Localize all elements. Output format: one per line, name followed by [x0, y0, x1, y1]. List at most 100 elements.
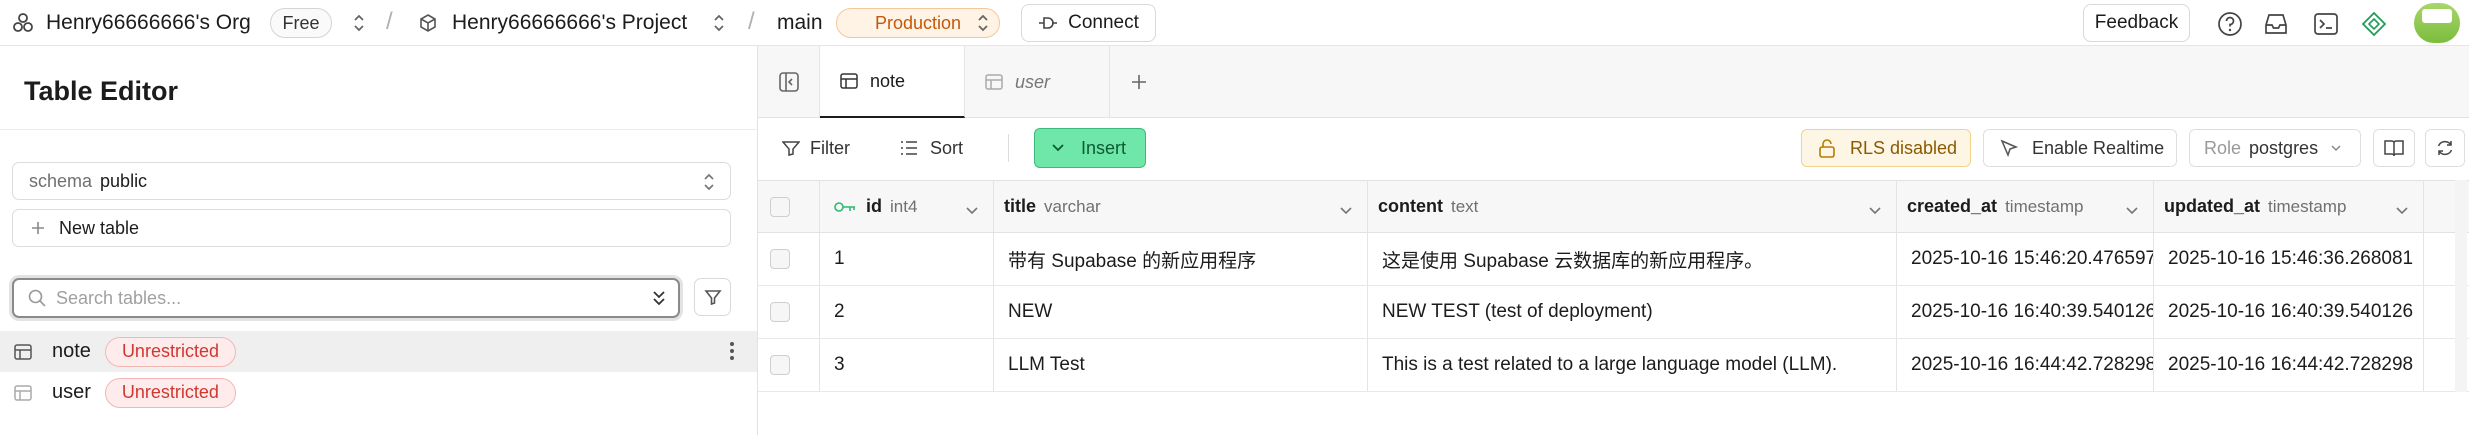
row-checkbox[interactable]	[770, 302, 790, 322]
chevron-updown-icon	[702, 171, 716, 193]
realtime-label: Enable Realtime	[2032, 137, 2165, 158]
cell-content[interactable]: 这是使用 Supabase 云数据库的新应用程序。	[1368, 233, 1897, 285]
cell-value: NEW TEST (test of deployment)	[1382, 301, 1653, 322]
cell-created-at[interactable]: 2025-10-16 15:46:20.476597	[1897, 233, 2154, 285]
main-panel: note user Filter Sort Insert RLS disable…	[758, 46, 2469, 435]
org-name[interactable]: Henry66666666's Org	[46, 0, 251, 46]
assistant-icon[interactable]	[2356, 6, 2392, 42]
rls-disabled-button[interactable]: RLS disabled	[1801, 129, 1971, 167]
inbox-icon[interactable]	[2258, 6, 2294, 42]
table-item-note[interactable]: note Unrestricted	[0, 331, 757, 372]
chevron-down-icon[interactable]	[2125, 200, 2139, 222]
cell-value: LLM Test	[1008, 354, 1085, 375]
cell-created-at[interactable]: 2025-10-16 16:40:39.540126	[1897, 286, 2154, 338]
connect-button[interactable]: Connect	[1021, 4, 1156, 42]
search-placeholder: Search tables...	[56, 287, 182, 308]
row-select-cell	[758, 286, 820, 338]
chevron-down-icon[interactable]	[965, 200, 979, 222]
docs-button[interactable]	[2373, 129, 2415, 167]
breadcrumb-separator: /	[748, 8, 755, 35]
filter-button[interactable]: Filter	[782, 130, 850, 166]
cursor-icon	[2000, 139, 2018, 157]
project-switcher-icon[interactable]	[712, 0, 726, 46]
column-type: int4	[890, 196, 918, 216]
table-row[interactable]: 3 LLM Test This is a test related to a l…	[758, 339, 2469, 392]
tab-user[interactable]: user	[965, 46, 1110, 118]
cell-value: 2025-10-16 16:44:42.728298	[2168, 354, 2414, 375]
cell-value: 2025-10-16 16:40:39.540126	[1911, 301, 2154, 322]
new-tab-button[interactable]	[1110, 46, 1168, 118]
book-icon	[2383, 138, 2405, 158]
cell-created-at[interactable]: 2025-10-16 16:44:42.728298	[1897, 339, 2154, 391]
cell-id[interactable]: 3	[820, 339, 994, 391]
unrestricted-badge: Unrestricted	[104, 336, 236, 367]
more-vertical-icon[interactable]	[729, 341, 735, 366]
breadcrumb-separator: /	[386, 8, 393, 35]
select-all-checkbox[interactable]	[770, 196, 790, 217]
column-header-content[interactable]: content text	[1368, 181, 1897, 232]
table-row[interactable]: 2 NEW NEW TEST (test of deployment) 2025…	[758, 286, 2469, 339]
project-icon	[418, 0, 438, 46]
terminal-icon[interactable]	[2308, 6, 2344, 42]
unrestricted-badge: Unrestricted	[104, 377, 236, 408]
select-all-cell	[758, 181, 820, 232]
column-header-title[interactable]: title varchar	[994, 181, 1368, 232]
cell-updated-at[interactable]: 2025-10-16 16:44:42.728298	[2154, 339, 2424, 391]
cell-title[interactable]: 带有 Supabase 的新应用程序	[994, 233, 1368, 285]
branch-name[interactable]: main	[777, 0, 823, 46]
column-name: title	[1004, 196, 1037, 216]
role-select[interactable]: Role postgres	[2189, 129, 2361, 167]
plan-badge: Free	[270, 8, 332, 38]
column-type: text	[1451, 196, 1479, 216]
cell-content[interactable]: NEW TEST (test of deployment)	[1368, 286, 1897, 338]
collapse-sidebar-button[interactable]	[758, 46, 820, 118]
project-name[interactable]: Henry66666666's Project	[452, 0, 687, 46]
chevron-down-icon[interactable]	[1868, 200, 1882, 222]
table-icon	[14, 343, 32, 361]
cell-id[interactable]: 2	[820, 286, 994, 338]
sort-button[interactable]: Sort	[900, 130, 963, 166]
avatar[interactable]	[2414, 3, 2460, 43]
enable-realtime-button[interactable]: Enable Realtime	[1983, 129, 2177, 167]
cell-title[interactable]: NEW	[994, 286, 1368, 338]
insert-button[interactable]: Insert	[1034, 128, 1146, 168]
row-checkbox[interactable]	[770, 249, 790, 269]
cell-value: NEW	[1008, 301, 1053, 322]
table-item-user[interactable]: user Unrestricted	[0, 372, 757, 413]
row-checkbox[interactable]	[770, 355, 790, 375]
role-value: postgres	[2249, 137, 2319, 158]
chevron-down-icon[interactable]	[2395, 200, 2409, 222]
search-tables-input[interactable]: Search tables...	[12, 278, 680, 318]
toolbar-divider	[1008, 134, 1009, 162]
cell-updated-at[interactable]: 2025-10-16 16:40:39.540126	[2154, 286, 2424, 338]
new-table-button[interactable]: New table	[12, 209, 731, 247]
help-icon[interactable]	[2212, 6, 2248, 42]
feedback-button[interactable]: Feedback	[2083, 4, 2190, 42]
cell-content[interactable]: This is a test related to a large langua…	[1368, 339, 1897, 391]
cell-updated-at[interactable]: 2025-10-16 15:46:36.268081	[2154, 233, 2424, 285]
schema-label: schema	[29, 170, 93, 191]
sort-list-icon	[900, 140, 918, 156]
org-switcher-icon[interactable]	[352, 0, 366, 46]
tab-note[interactable]: note	[820, 46, 965, 118]
tab-label: user	[1015, 71, 1051, 92]
column-header-updated-at[interactable]: updated_at timestamp	[2154, 181, 2424, 232]
divider	[0, 129, 758, 130]
plus-icon	[31, 221, 45, 235]
filter-tables-button[interactable]	[694, 278, 731, 316]
cell-id[interactable]: 1	[820, 233, 994, 285]
column-header-id[interactable]: id int4	[820, 181, 994, 232]
refresh-icon	[2435, 138, 2455, 158]
table-row[interactable]: 1 带有 Supabase 的新应用程序 这是使用 Supabase 云数据库的…	[758, 233, 2469, 286]
schema-select[interactable]: schema public	[12, 162, 731, 200]
cell-title[interactable]: LLM Test	[994, 339, 1368, 391]
insert-label: Insert	[1081, 137, 1127, 158]
schema-value: public	[100, 170, 148, 191]
branch-switcher-icon[interactable]	[976, 0, 990, 46]
scrollbar[interactable]	[2455, 180, 2467, 392]
chevrons-down-icon[interactable]	[650, 289, 668, 307]
filter-lines-icon	[782, 140, 800, 156]
chevron-down-icon[interactable]	[1339, 200, 1353, 222]
column-header-created-at[interactable]: created_at timestamp	[1897, 181, 2154, 232]
refresh-button[interactable]	[2425, 129, 2465, 167]
